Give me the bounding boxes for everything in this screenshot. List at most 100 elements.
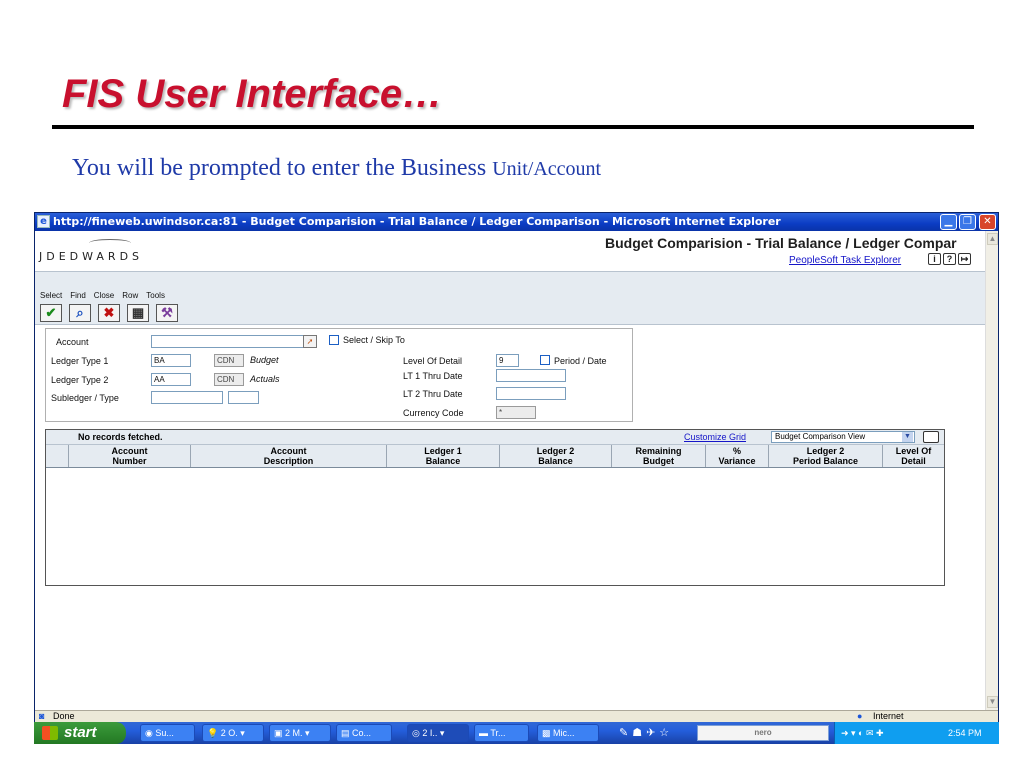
slide-subtitle: You will be prompted to enter the Busine… <box>72 155 601 182</box>
col-level-of-detail[interactable]: Level Of Detail <box>882 445 944 467</box>
grid-window-icon[interactable] <box>923 431 939 443</box>
start-label: start <box>64 724 97 741</box>
slide-title: FIS User Interface… <box>62 72 443 116</box>
col-account-description[interactable]: Account Description <box>190 445 386 467</box>
close-x-icon[interactable]: ✖ <box>98 304 120 322</box>
task-item-2[interactable]: 💡 2 O. ▾ <box>202 724 264 742</box>
task-item-7[interactable]: ▩ Mic... <box>537 724 599 742</box>
visual-assist-icon[interactable]: ➚ <box>303 335 317 348</box>
exit-icon[interactable]: ↦ <box>958 253 971 265</box>
browser-title: http://fineweb.uwindsor.ca:81 - Budget C… <box>53 215 781 228</box>
select-skip-checkbox[interactable] <box>329 335 339 345</box>
page-content: JDEDWARDS Budget Comparision - Trial Bal… <box>35 231 985 710</box>
col-account-number[interactable]: Account Number <box>68 445 190 467</box>
find-icon[interactable]: ⌕ <box>69 304 91 322</box>
tray-icons[interactable]: ➜ ▾ ◐ ✉ ✚ <box>841 722 884 744</box>
account-input[interactable] <box>151 335 307 348</box>
task-item-4[interactable]: ▤ Co... <box>336 724 392 742</box>
no-records-message: No records fetched. <box>78 432 163 442</box>
subledger-label: Subledger / Type <box>51 393 119 403</box>
task-item-5[interactable]: ◎ 2 I.. ▾ <box>407 724 469 742</box>
status-bar: ◙ Done ● Internet <box>35 710 998 722</box>
internet-globe-icon: ● <box>857 711 863 721</box>
status-zone: Internet <box>873 711 904 721</box>
title-rule <box>52 125 974 129</box>
task-app-icon: ▤ <box>341 728 353 738</box>
browser-titlebar: e http://fineweb.uwindsor.ca:81 - Budget… <box>35 213 998 231</box>
customize-grid-link[interactable]: Customize Grid <box>684 432 746 442</box>
menu-find[interactable]: Find <box>70 291 86 300</box>
select-check-icon[interactable]: ✔ <box>40 304 62 322</box>
lt1-thru-date-input[interactable] <box>496 369 566 382</box>
grid-view-value: Budget Comparison View <box>775 432 866 441</box>
close-button[interactable]: ✕ <box>979 214 996 230</box>
minimize-button[interactable]: ▁ <box>940 214 957 230</box>
task-app-icon: ◎ <box>412 728 423 738</box>
nero-search-box[interactable]: nero <box>697 725 829 741</box>
grid-header: Account Number Account Description Ledger … <box>46 444 944 468</box>
app-title: Budget Comparision - Trial Balance / Led… <box>605 235 957 251</box>
menu-select[interactable]: Select <box>40 291 62 300</box>
menu-close[interactable]: Close <box>94 291 114 300</box>
col-ledger1-balance[interactable]: Ledger 1 Balance <box>386 445 499 467</box>
col-ledger2-period-balance[interactable]: Ledger 2 Period Balance <box>768 445 882 467</box>
ledger-type1-input[interactable]: BA <box>151 354 191 367</box>
system-tray: ➜ ▾ ◐ ✉ ✚ 2:54 PM <box>834 722 999 744</box>
query-form: Account ➚ Select / Skip To Ledger Type 1… <box>45 328 633 422</box>
menu-tools[interactable]: Tools <box>146 291 165 300</box>
lt2-thru-date-label: LT 2 Thru Date <box>403 389 463 399</box>
results-grid: No records fetched. Customize Grid Budge… <box>45 429 945 586</box>
scroll-up-icon[interactable]: ▲ <box>987 233 998 245</box>
task-item-1[interactable]: ◉ Su... <box>140 724 195 742</box>
level-of-detail-label: Level Of Detail <box>403 356 463 366</box>
subtitle-small: Unit/Account <box>492 158 602 180</box>
task-app-icon: 💡 <box>207 728 221 738</box>
menu-bar: Select Find Close Row Tools <box>40 291 165 300</box>
taskbar: start ◉ Su... 💡 2 O. ▾ ▣ 2 M. ▾ ▤ Co... … <box>34 722 999 744</box>
currency-code-input[interactable]: * <box>496 406 536 419</box>
col-ledger2-balance[interactable]: Ledger 2 Balance <box>499 445 611 467</box>
status-text: Done <box>53 711 75 721</box>
col-percent-variance[interactable]: % Variance <box>705 445 768 467</box>
ledger-type1-currency: CDN <box>214 354 244 367</box>
info-icon[interactable]: i <box>928 253 941 265</box>
ledger-type1-desc: Budget <box>250 355 279 365</box>
chevron-down-icon: ▼ <box>902 432 913 442</box>
peoplesoft-task-explorer-link[interactable]: PeopleSoft Task Explorer <box>789 255 901 266</box>
menu-row[interactable]: Row <box>122 291 138 300</box>
grid-view-select[interactable]: Budget Comparison View ▼ <box>771 431 915 443</box>
subledger-type-input[interactable] <box>228 391 259 404</box>
scroll-down-icon[interactable]: ▼ <box>987 696 998 708</box>
ledger-type1-label: Ledger Type 1 <box>51 356 109 366</box>
lt2-thru-date-input[interactable] <box>496 387 566 400</box>
tools-icon[interactable]: ⚒ <box>156 304 178 322</box>
maximize-button[interactable]: ❐ <box>959 214 976 230</box>
toolbar-buttons: ✔ ⌕ ✖ ▦ ⚒ <box>40 304 178 322</box>
subledger-input[interactable] <box>151 391 223 404</box>
quick-launch-icons[interactable]: ✎☗✈☆ <box>619 726 673 739</box>
help-icon[interactable]: ? <box>943 253 956 265</box>
task-app-icon: ◉ <box>145 728 156 738</box>
task-item-3[interactable]: ▣ 2 M. ▾ <box>269 724 331 742</box>
period-date-label: Period / Date <box>554 356 607 366</box>
task-item-6[interactable]: ▬ Tr... <box>474 724 529 742</box>
period-date-checkbox[interactable] <box>540 355 550 365</box>
start-button[interactable]: start <box>34 722 126 744</box>
jde-logo: JDEDWARDS <box>39 250 144 263</box>
task-app-icon: ▩ <box>542 728 554 738</box>
select-skip-label: Select / Skip To <box>343 335 405 345</box>
header-icons: i ? ↦ <box>928 253 971 265</box>
app-toolbar: Select Find Close Row Tools ✔ ⌕ ✖ ▦ ⚒ <box>35 271 985 325</box>
windows-logo-icon <box>42 726 58 740</box>
vertical-scrollbar[interactable]: ▲ ▼ <box>985 231 998 710</box>
grid-toolbar: No records fetched. Customize Grid Budge… <box>46 430 944 444</box>
row-icon[interactable]: ▦ <box>127 304 149 322</box>
browser-window: e http://fineweb.uwindsor.ca:81 - Budget… <box>34 212 999 722</box>
subtitle-main: You will be prompted to enter the Busine… <box>72 155 493 181</box>
currency-code-label: Currency Code <box>403 408 464 418</box>
ledger-type2-input[interactable]: AA <box>151 373 191 386</box>
level-of-detail-input[interactable]: 9 <box>496 354 519 367</box>
col-remaining-budget[interactable]: Remaining Budget <box>611 445 705 467</box>
ie-page-icon: e <box>37 215 50 228</box>
jde-swoosh-icon <box>89 239 131 247</box>
